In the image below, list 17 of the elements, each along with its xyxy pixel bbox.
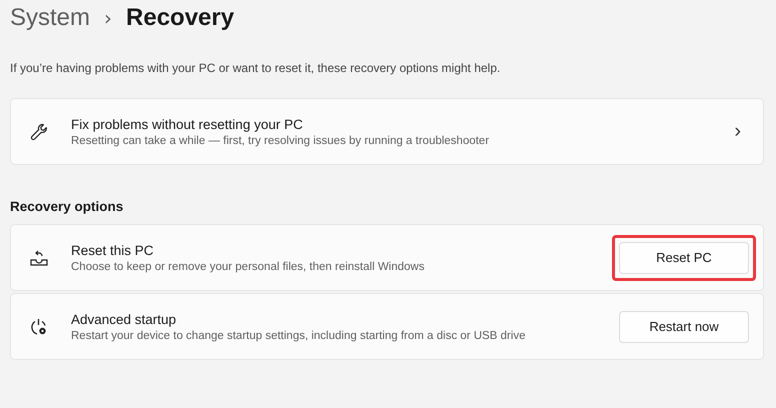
option-subtitle: Restart your device to change startup settings, including starting from a disc or USB drive [71, 330, 526, 342]
breadcrumb-parent[interactable]: System [10, 4, 90, 32]
wrench-icon [29, 122, 49, 142]
action-button[interactable]: Restart now [619, 310, 749, 342]
option-title: Advanced startup [71, 312, 178, 326]
card-title: Fix problems without resetting your PC [71, 116, 304, 132]
option-title: Reset this PC [71, 242, 155, 258]
card-subtitle: Resetting can take a while — first, try resolving issues by running a troubleshooter [71, 134, 490, 146]
option-subtitle: Choose to keep or remove your personal files, then reinstall Windows [71, 260, 426, 272]
chevron-icon: › [734, 120, 741, 143]
troubleshoot-card[interactable]: Fix problems without resetting your PC Resetting can take a while — first, try resolving issues by running a troubleshooter › [10, 98, 764, 165]
section-heading: Recovery options [10, 199, 124, 214]
page-title: Recovery [126, 4, 234, 32]
reset-icon [29, 248, 49, 266]
breadcrumb-separator: › [104, 6, 112, 30]
action-button[interactable]: Reset PC [619, 242, 749, 274]
page-description: If you’re having problems with your PC or want to reset it, these recovery options might help. [10, 61, 502, 75]
